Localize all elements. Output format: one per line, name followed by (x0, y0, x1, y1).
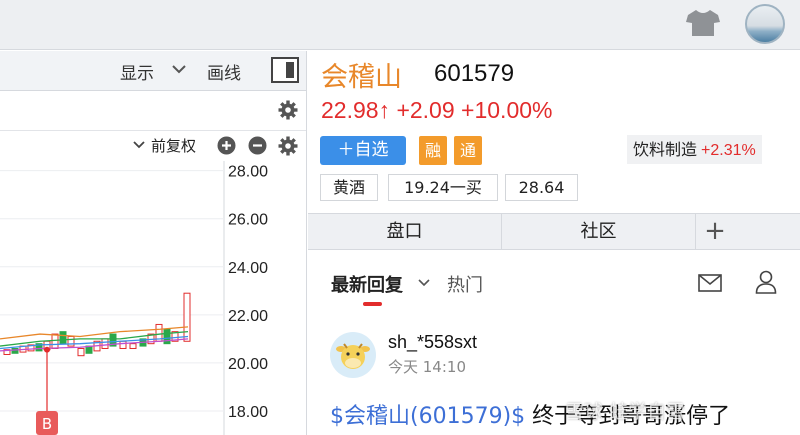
tab-latest-replies[interactable]: 最新回复 (331, 271, 403, 297)
gear-icon[interactable] (278, 100, 298, 120)
candle (101, 338, 109, 349)
tab-community[interactable]: 社区 (502, 214, 695, 250)
top-bar (0, 0, 800, 50)
concept-tag[interactable]: 黄酒 (320, 174, 378, 201)
zoom-out-icon[interactable] (248, 136, 267, 155)
industry-name: 饮料制造 (633, 140, 698, 159)
chart-pane: 显示 画线 前复权 28.00 26.00 24.00 22.00 20.00 … (0, 51, 307, 435)
post-username[interactable]: sh_*558sxt (388, 332, 477, 353)
gear-icon[interactable] (278, 136, 298, 156)
candlestick-chart[interactable]: 28.00 26.00 24.00 22.00 20.00 18.00 B (0, 161, 307, 435)
chart-settings-row (0, 91, 306, 131)
adjust-row: 前复权 (0, 131, 306, 160)
tab-hot[interactable]: 热门 (447, 271, 483, 297)
watermark: 雪球 蛙学自雪 (565, 401, 686, 423)
avatar[interactable] (745, 4, 785, 44)
margin-badge[interactable]: 融 (419, 136, 447, 165)
candle (129, 343, 137, 349)
connect-badge[interactable]: 通 (454, 136, 482, 165)
adjust-select[interactable]: 前复权 (151, 135, 196, 156)
stock-name: 会稽山 (321, 62, 402, 93)
tshirt-icon[interactable] (684, 8, 722, 38)
marker-dot (44, 346, 50, 353)
active-tab-indicator (363, 302, 382, 306)
cow-avatar-icon (336, 343, 370, 369)
user-icon[interactable] (755, 270, 777, 294)
candle (11, 347, 19, 354)
y-tick-label: 24.00 (228, 260, 268, 277)
tab-divider (695, 214, 696, 250)
buy-point-tag[interactable]: 19.24一买 (388, 174, 498, 201)
candle (163, 328, 171, 345)
candle (119, 340, 127, 349)
mail-icon[interactable] (698, 274, 722, 292)
price-change: 22.98↑ +2.09 +10.00% (321, 97, 553, 123)
candle (183, 292, 191, 342)
display-menu[interactable]: 显示 (120, 59, 154, 84)
buy-marker-label: B (42, 415, 52, 433)
avatar[interactable] (330, 332, 376, 378)
post-time: 今天 14:10 (388, 358, 466, 376)
tab-bar: 盘口 社区 + (308, 213, 800, 250)
y-tick-label: 18.00 (228, 404, 268, 421)
stock-mention-link[interactable]: $会稽山(601579)$ (330, 404, 525, 429)
y-tick-label: 26.00 (228, 212, 268, 229)
chart-toolbar: 显示 画线 (0, 51, 306, 91)
chevron-down-icon[interactable] (171, 62, 187, 76)
chevron-down-icon[interactable] (417, 277, 431, 289)
panel-toggle-icon[interactable] (271, 57, 299, 83)
y-tick-label: 28.00 (228, 164, 268, 181)
candle (59, 331, 67, 345)
y-tick-label: 20.00 (228, 356, 268, 373)
stock-pane: 会稽山 601579 22.98↑ +2.09 +10.00% ＋自选 融 通 … (308, 51, 800, 435)
target-price-tag[interactable]: 28.64 (505, 174, 578, 201)
industry-change: +2.31% (701, 142, 756, 159)
y-tick-label: 22.00 (228, 308, 268, 325)
add-watchlist-button[interactable]: ＋自选 (320, 136, 406, 165)
tab-handicap[interactable]: 盘口 (308, 214, 501, 250)
candle (51, 333, 59, 349)
industry-tag[interactable]: 饮料制造 +2.31% (627, 135, 762, 164)
draw-line-button[interactable]: 画线 (207, 59, 241, 84)
stock-code: 601579 (434, 60, 515, 87)
zoom-in-icon[interactable] (217, 136, 236, 155)
chart-canvas[interactable]: 28.00 26.00 24.00 22.00 20.00 18.00 B (0, 161, 307, 435)
chevron-down-icon[interactable] (132, 139, 146, 151)
add-tab-button[interactable]: + (702, 214, 728, 250)
candle (77, 347, 85, 357)
